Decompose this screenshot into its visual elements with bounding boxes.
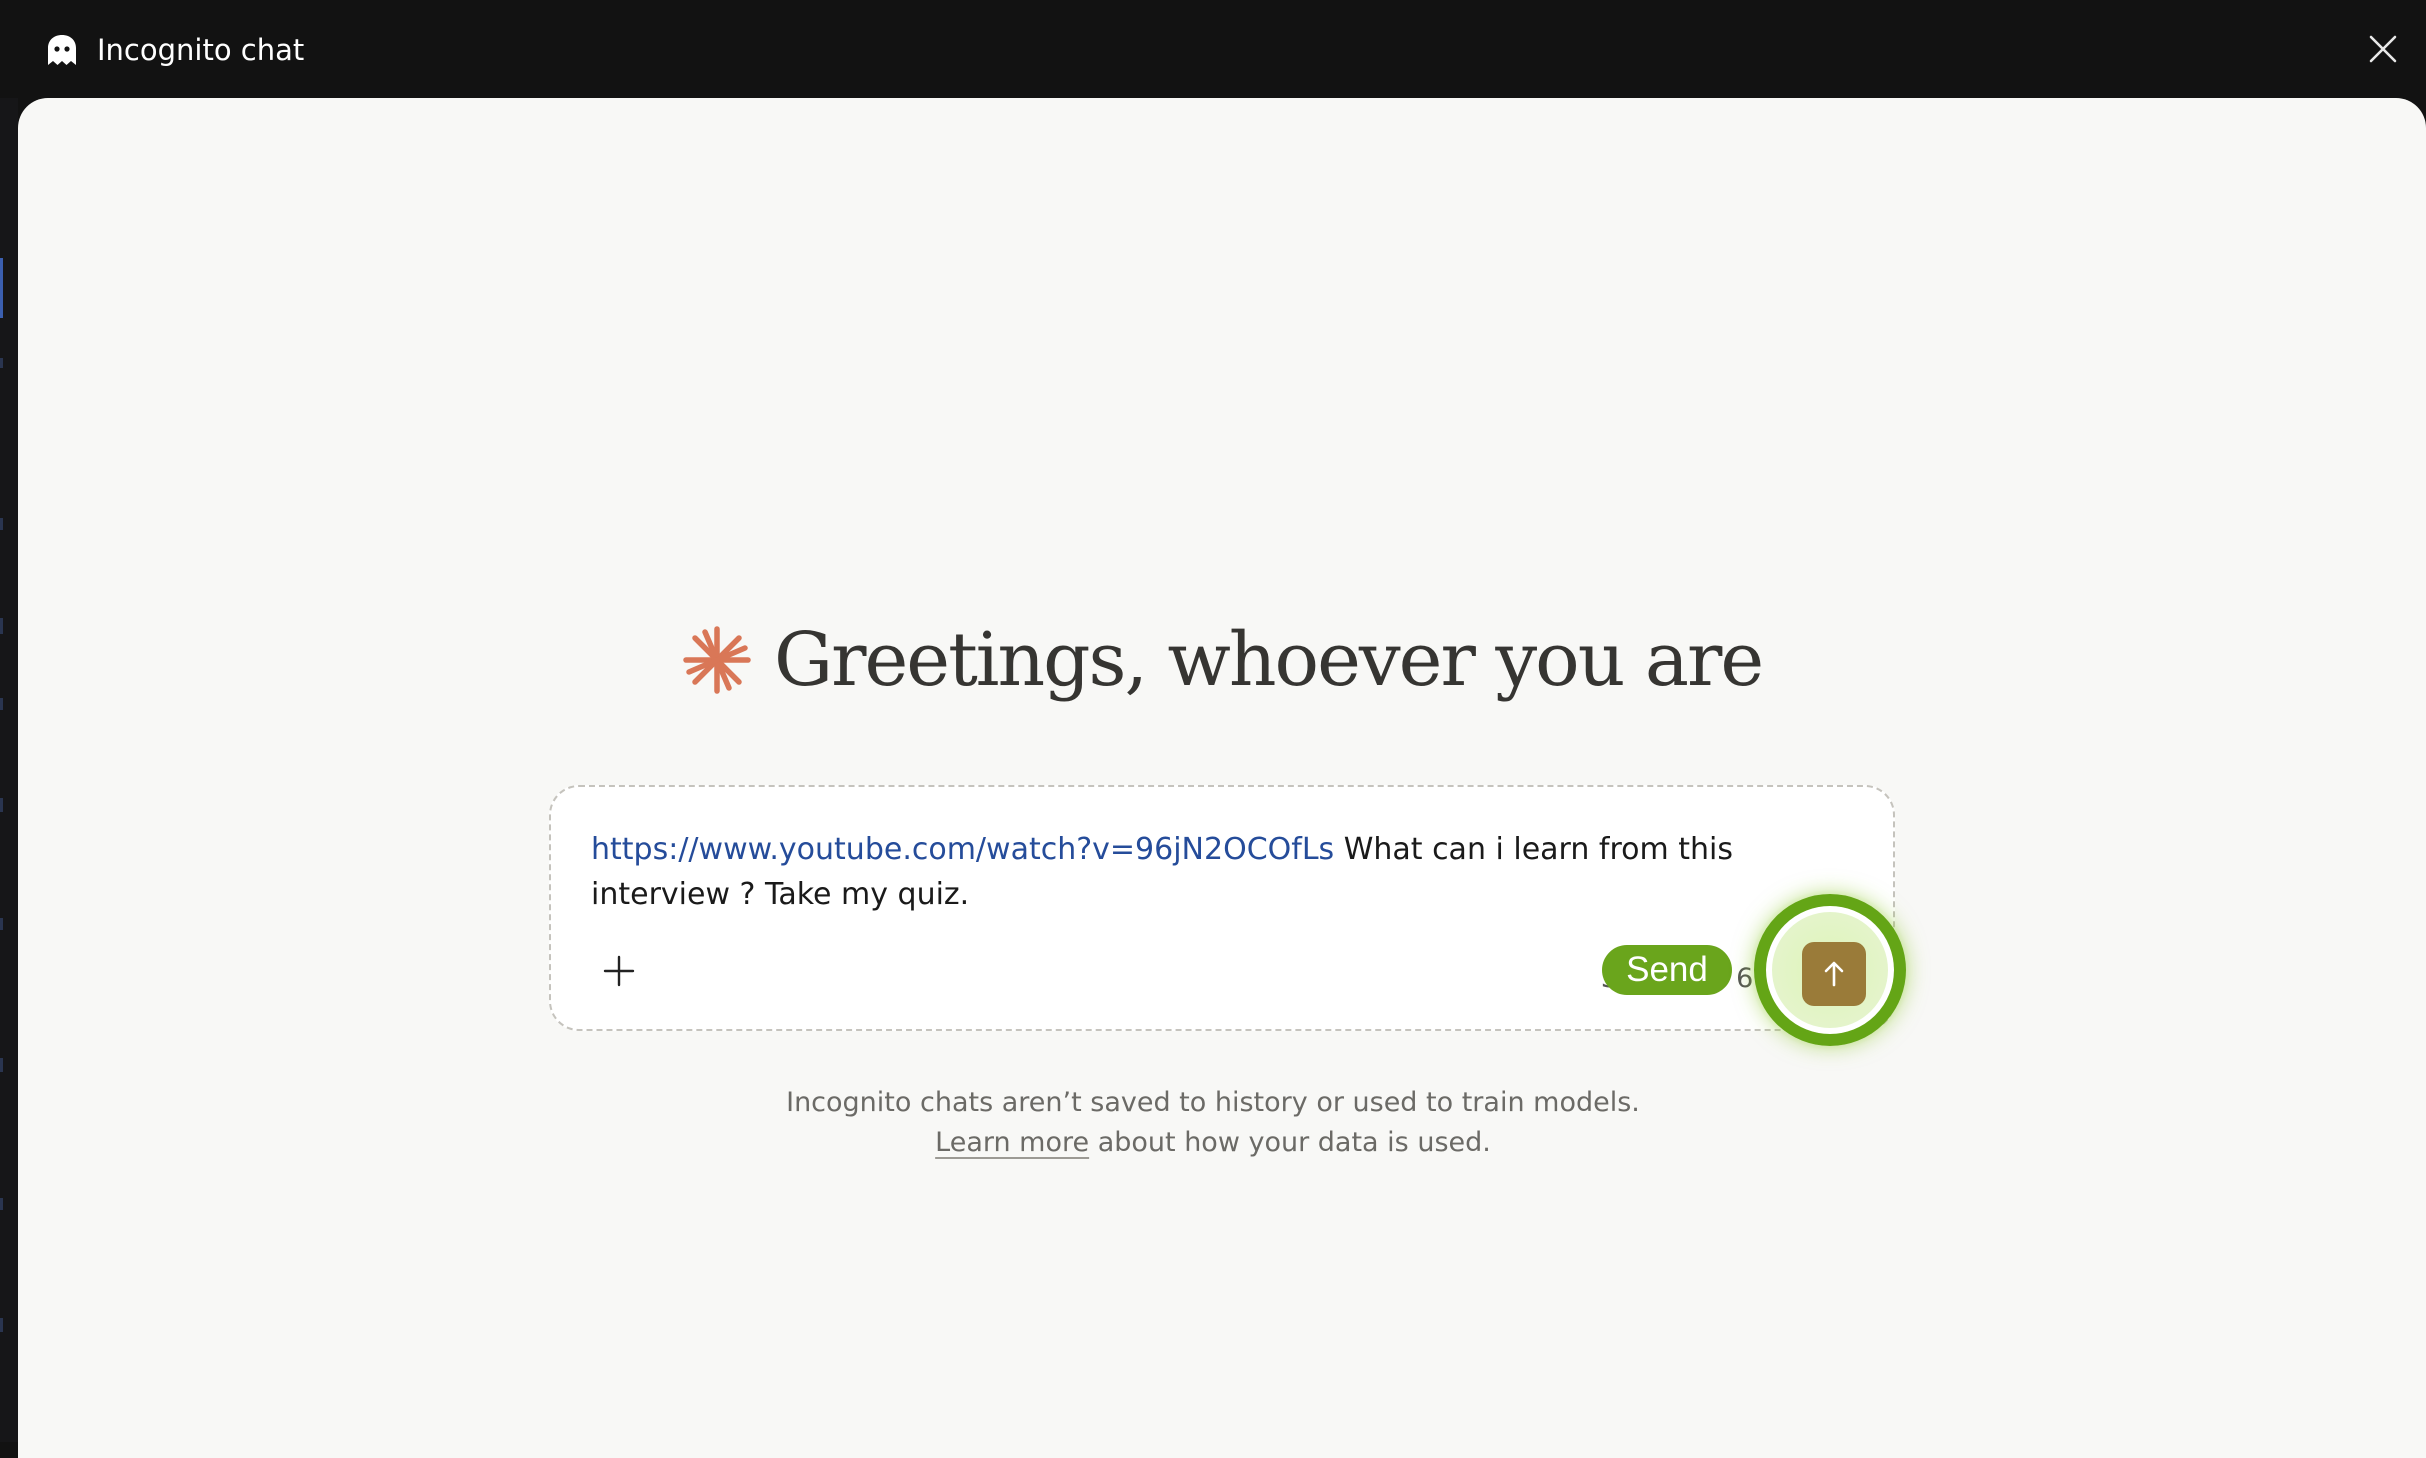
background-window-edge	[0, 98, 18, 1442]
greeting-text: Greetings, whoever you are	[774, 617, 1764, 703]
message-link: https://www.youtube.com/watch?v=96jN2OCO…	[591, 832, 1335, 867]
greeting: Greetings, whoever you are	[682, 610, 1764, 710]
learn-more-link[interactable]: Learn more	[935, 1127, 1089, 1158]
disclaimer-line-2: Learn more about how your data is used.	[935, 1127, 1491, 1158]
title-bar: Incognito chat	[0, 0, 2426, 98]
spark-icon	[682, 625, 752, 695]
message-input[interactable]: https://www.youtube.com/watch?v=96jN2OCO…	[591, 827, 1791, 917]
disclaimer-line-1: Incognito chats aren’t saved to history …	[786, 1087, 1640, 1118]
privacy-disclaimer: Incognito chats aren’t saved to history …	[0, 1083, 2426, 1163]
add-attachment-button[interactable]	[595, 947, 643, 995]
close-button[interactable]	[2364, 30, 2402, 68]
arrow-up-icon	[1824, 961, 1844, 987]
ghost-icon	[44, 32, 80, 68]
chat-panel	[18, 98, 2426, 1458]
send-button[interactable]	[1802, 942, 1866, 1006]
send-tooltip: Send	[1602, 945, 1732, 995]
close-icon	[2369, 35, 2397, 63]
window-title: Incognito chat	[97, 33, 305, 67]
plus-icon	[603, 955, 635, 987]
